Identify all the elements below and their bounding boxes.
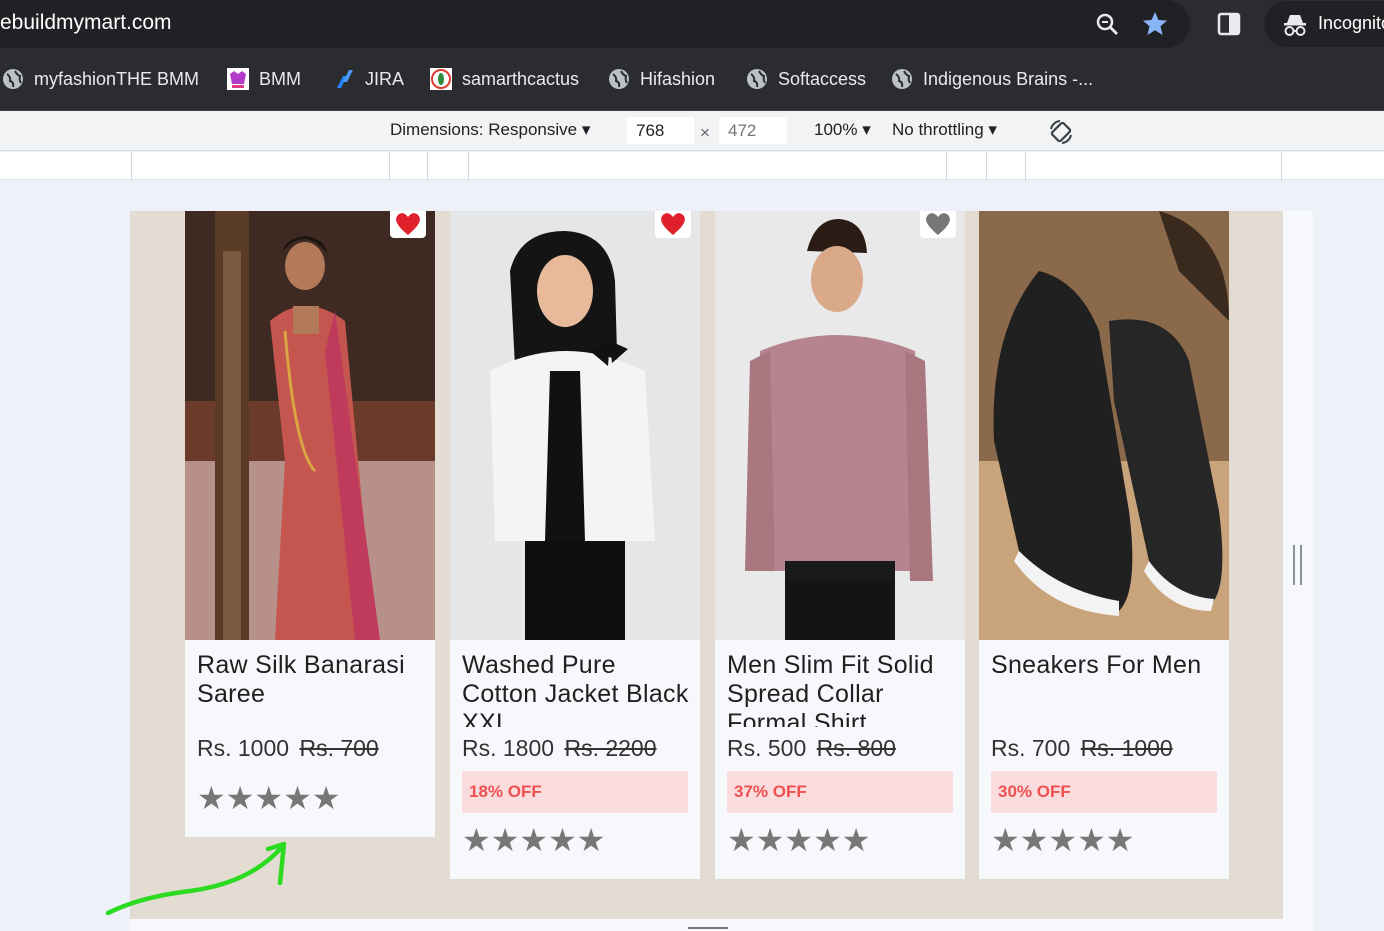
product-price: Rs. 1000 Rs. 700: [197, 735, 379, 762]
product-grid-page: Raw Silk Banarasi Saree Rs. 1000 Rs. 700…: [130, 211, 1283, 919]
incognito-profile-button[interactable]: Incognito: [1264, 1, 1384, 47]
scroll-indicator: [688, 927, 728, 929]
devtools-device-toolbar: Dimensions: Responsive ▾ × 100% ▾ No thr…: [0, 111, 1384, 151]
wishlist-heart-button[interactable]: [390, 211, 426, 238]
product-title[interactable]: Men Slim Fit Solid Spread Collar Formal …: [727, 651, 955, 727]
rating-stars: ★★★★★: [727, 822, 871, 858]
globe-icon: [608, 68, 630, 90]
viewport-bottom-edge: [130, 919, 1313, 931]
media-query-ruler: [0, 152, 1384, 180]
bookmark-label: Indigenous Brains -...: [923, 68, 1094, 89]
bookmark-label: BMM: [259, 68, 301, 89]
heart-icon: [396, 213, 420, 235]
product-title[interactable]: Raw Silk Banarasi Saree: [197, 651, 425, 727]
rating-stars: ★★★★★: [991, 822, 1135, 858]
product-card[interactable]: Washed Pure Cotton Jacket Black XXL Rs. …: [450, 211, 700, 879]
browser-top-bar: ebuildmymart.com Incognito: [0, 0, 1384, 49]
original-price: Rs. 2200: [564, 735, 657, 761]
side-panel-icon[interactable]: [1214, 9, 1244, 39]
times-separator: ×: [700, 123, 710, 142]
bookmark-samarthcactus[interactable]: samarthcactus: [430, 66, 579, 92]
device-viewport-area: Raw Silk Banarasi Saree Rs. 1000 Rs. 700…: [0, 181, 1384, 931]
heart-icon: [661, 213, 685, 235]
discount-badge: 37% OFF: [727, 771, 953, 813]
discount-badge: 30% OFF: [991, 771, 1217, 813]
bmm-logo-icon: [227, 68, 249, 90]
product-title[interactable]: Sneakers For Men: [991, 651, 1219, 727]
bookmark-label: myfashionTHE BMM: [34, 68, 200, 89]
product-image-saree[interactable]: [185, 211, 435, 640]
annotation-arrow-icon: [105, 841, 287, 916]
throttling-dropdown[interactable]: No throttling ▾: [892, 120, 997, 140]
dimensions-label: Dimensions: Responsive: [390, 120, 578, 139]
throttling-label: No throttling: [892, 120, 984, 139]
zoom-label: 100%: [814, 120, 858, 139]
current-price: Rs. 700: [991, 735, 1071, 761]
cactus-icon: [430, 68, 452, 90]
product-price: Rs. 700 Rs. 1000: [991, 735, 1173, 762]
zoom-search-icon[interactable]: [1092, 9, 1122, 39]
current-price: Rs. 1000: [197, 735, 290, 761]
product-price: Rs. 500 Rs. 800: [727, 735, 896, 762]
current-price: Rs. 1800: [462, 735, 555, 761]
resize-handle[interactable]: [1293, 545, 1302, 585]
original-price: Rs. 1000: [1080, 735, 1173, 761]
product-title[interactable]: Washed Pure Cotton Jacket Black XXL: [462, 651, 690, 727]
dropdown-caret-icon: ▾: [857, 120, 871, 139]
dimensions-dropdown[interactable]: Dimensions: Responsive ▾: [390, 120, 590, 140]
bookmark-softaccess[interactable]: Softaccess: [746, 66, 866, 92]
bookmark-hifashion[interactable]: Hifashion: [608, 66, 715, 92]
original-price: Rs. 800: [816, 735, 896, 761]
dropdown-caret-icon: ▾: [983, 120, 997, 139]
jira-icon: [333, 68, 355, 90]
product-card[interactable]: Raw Silk Banarasi Saree Rs. 1000 Rs. 700…: [185, 211, 435, 837]
height-input[interactable]: [719, 117, 787, 144]
incognito-icon: [1282, 12, 1308, 38]
globe-icon: [746, 68, 768, 90]
rating-stars: ★★★★★: [462, 822, 606, 858]
bookmark-jira[interactable]: JIRA: [333, 66, 404, 92]
bookmark-label: JIRA: [365, 68, 405, 89]
bookmark-bmm[interactable]: BMM: [227, 66, 301, 92]
address-url[interactable]: ebuildmymart.com: [0, 11, 172, 35]
heart-icon: [926, 213, 950, 235]
incognito-label: Incognito: [1318, 13, 1384, 33]
discount-badge: 18% OFF: [462, 771, 688, 813]
zoom-dropdown[interactable]: 100% ▾: [814, 120, 871, 140]
bookmark-myfashion[interactable]: myfashionTHE BMM: [2, 66, 199, 92]
dropdown-caret-icon: ▾: [577, 120, 591, 139]
bookmark-label: samarthcactus: [462, 68, 580, 89]
address-bar[interactable]: ebuildmymart.com: [0, 0, 1190, 48]
rating-stars: ★★★★★: [197, 780, 341, 816]
bookmark-star-icon[interactable]: [1140, 9, 1170, 39]
bookmarks-bar: myfashionTHE BMM BMM JIRA samarthcactus …: [0, 49, 1384, 111]
bookmark-label: Softaccess: [778, 68, 867, 89]
bookmark-label: Hifashion: [640, 68, 716, 89]
globe-icon: [891, 68, 913, 90]
original-price: Rs. 700: [299, 735, 379, 761]
width-input[interactable]: [627, 117, 694, 144]
wishlist-heart-button[interactable]: [655, 211, 691, 238]
rotate-icon[interactable]: [1046, 117, 1076, 147]
globe-icon: [2, 68, 24, 90]
bookmark-indigenous-brains[interactable]: Indigenous Brains -...: [891, 66, 1093, 92]
product-card[interactable]: Men Slim Fit Solid Spread Collar Formal …: [715, 211, 965, 879]
current-price: Rs. 500: [727, 735, 807, 761]
product-image-sneakers[interactable]: [979, 211, 1229, 640]
wishlist-heart-button[interactable]: [920, 211, 956, 238]
product-image-shirt[interactable]: [715, 211, 965, 640]
product-price: Rs. 1800 Rs. 2200: [462, 735, 657, 762]
product-image-jacket[interactable]: [450, 211, 700, 640]
product-card[interactable]: Sneakers For Men Rs. 700 Rs. 1000 30% OF…: [979, 211, 1229, 879]
